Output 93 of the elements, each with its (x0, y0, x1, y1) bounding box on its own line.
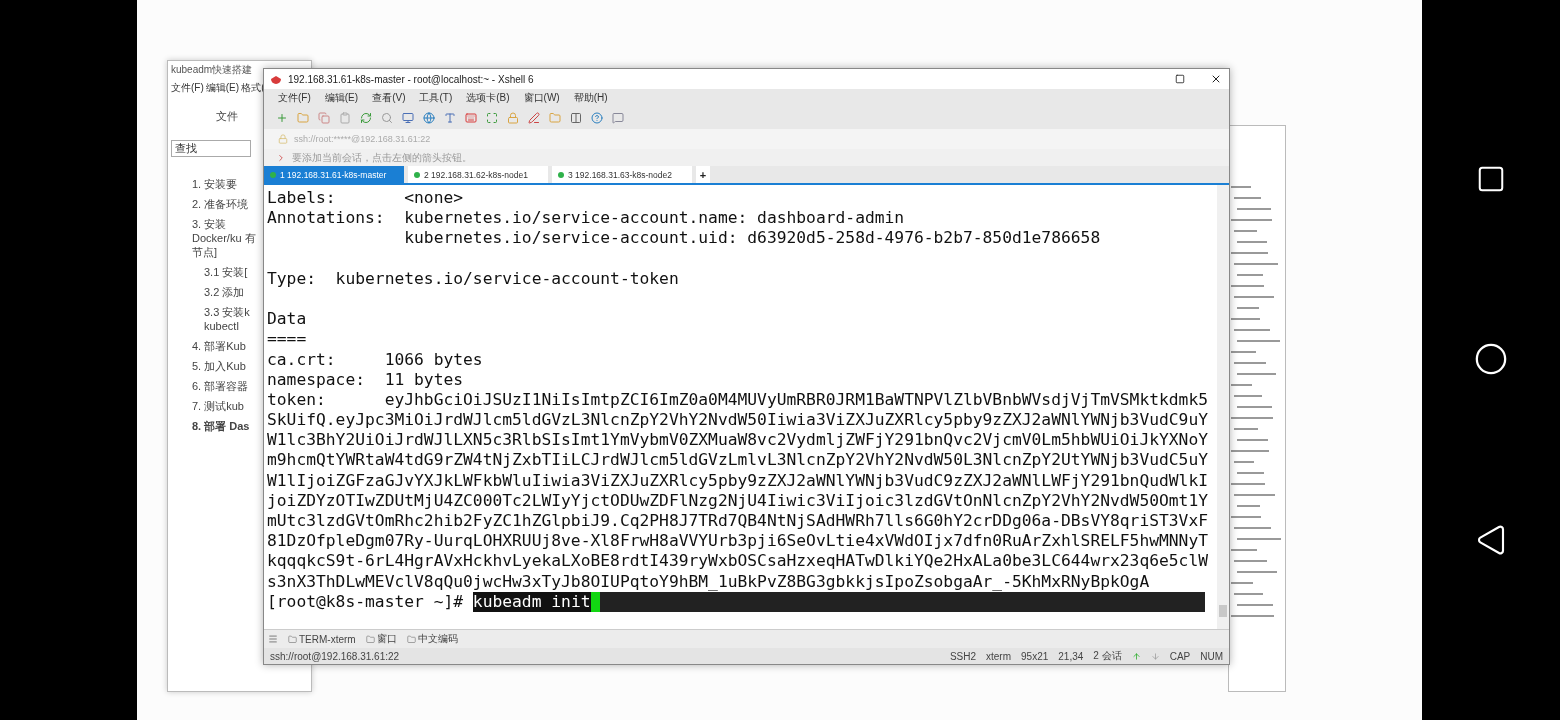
folder-icon[interactable] (549, 112, 561, 124)
status-text: CAP (1169, 650, 1191, 662)
terminal-line: ==== (267, 329, 308, 350)
fullscreen-icon[interactable] (486, 112, 498, 124)
terminal-line: Labels: <none> (267, 188, 465, 209)
quick-command[interactable]: 窗口 (365, 632, 397, 646)
outline-item[interactable]: 5. 加入Kub (192, 359, 262, 373)
folder-icon[interactable] (297, 112, 309, 124)
status-text: xterm (986, 650, 1012, 662)
new-tab-button[interactable]: + (696, 166, 710, 183)
hint-text: 要添加当前会话，点击左侧的箭头按钮。 (292, 150, 472, 165)
terminal-line: W1lIjoiZGFzaGJvYXJkLWFkbWluIiwia3ViZXJuZXRlcy5pby9zZXJ2aWNlYWNjb3VudC9zZXJ2aWNlLWFjY291bnQudWlkI (267, 470, 1209, 491)
chat-icon[interactable] (612, 112, 624, 124)
pen-icon[interactable] (528, 112, 540, 124)
app-logo-icon (270, 73, 282, 85)
outline-item[interactable]: 7. 测试kub (192, 399, 262, 413)
status-dot (270, 171, 276, 178)
home-icon[interactable] (1474, 342, 1508, 376)
layout-icon[interactable] (570, 112, 582, 124)
search-field[interactable]: 查找 (171, 140, 251, 157)
session-tab[interactable]: 2 192.168.31.62-k8s-node1 (408, 166, 548, 183)
menu-item[interactable]: 编辑(E) (205, 81, 240, 95)
menu-item[interactable]: 文件(F) (171, 81, 204, 95)
terminal-line: m9hcmQtYWRtaW4tdG9rZW4tNjZxbTIiLCJrdWJlcm5ldGVzLmlvL3NlcnZpY2VhY2NvdW50L3NlcnZpY2UtYWNjb3VudC5uY (267, 450, 1209, 471)
terminal-line: s3nX3ThDLwMEVclV8qQu0jwcHw3xTyJb8OIUPqtoY9hBM_1uBkPvZ8BG3gbkkjsIpoZsobgaAr_-5KhMxRNyBpkOgA (267, 571, 1151, 592)
search-icon[interactable] (381, 112, 393, 124)
terminal-line: kqqqkcS9t-6rL4HgrAVxHckhvLyekaLXoBE8rdtI439ryWxbOSCsaHzxeqHATwDlkiYQe2HxALa0be3LC644wrx23q6e5clW (267, 551, 1209, 572)
back-icon[interactable] (1475, 524, 1507, 556)
window-title: 192.168.31.61-k8s-master - root@localhost:~ - Xshell 6 (288, 73, 535, 85)
window-title: kubeadm快速搭建 (171, 63, 254, 77)
selected-text: kubeadm init (472, 591, 591, 612)
terminal-line: ca.crt: 1066 bytes (267, 349, 484, 370)
outline-item[interactable]: 3.2 添加 (204, 285, 262, 299)
terminal-line: joiZDYzOTIwZDUtMjU4ZC000Tc2LWIyYjctODUwZDFlNzg2NjU4Iiwic3ViIjoic3lzdGVtOnNlcnZpY2VhY2NvdW50Omt1Y (267, 490, 1209, 511)
terminal-line: SkUifQ.eyJpc3MiOiJrdWJlcm5ldGVzL3NlcnZpY2VhY2NvdW50Iiwia3ViZXJuZXRlcy5pby9zZXJ2aWNlYWNjb3VudC9uY (267, 410, 1209, 431)
paste-icon[interactable] (339, 112, 351, 124)
globe-icon[interactable] (423, 112, 435, 124)
menu-item[interactable]: 窗口(W) (523, 91, 560, 105)
quick-command[interactable]: TERM-xterm (288, 633, 356, 645)
menu-item[interactable]: 编辑(E) (324, 91, 359, 105)
terminal-line: namespace: 11 bytes (267, 369, 465, 390)
menu-item[interactable]: 文件(F) (278, 91, 311, 105)
outline-item[interactable]: 1. 安装要 (192, 177, 262, 191)
status-text: ssh://root@192.168.31.61:22 (270, 650, 401, 662)
help-icon[interactable] (591, 112, 603, 124)
outline-item[interactable]: 3.3 安装k kubectl (204, 305, 262, 333)
terminal-line: token: eyJhbGciOiJSUzI1NiIsImtpZCI6ImZ0a0M4MUVyUmRBR0JRM1BaWTNPVlZlbVBnbWVsdjVjTmVSMktkdmk5 (267, 389, 1209, 411)
monitor-icon[interactable] (402, 112, 414, 124)
menu-item[interactable]: 选项卡(B) (466, 91, 510, 105)
lock-icon (278, 134, 288, 144)
upload-icon (1131, 651, 1141, 661)
folder-icon (288, 634, 297, 644)
outline-item[interactable]: 6. 部署容器 (192, 379, 262, 393)
copy-icon[interactable] (318, 112, 330, 124)
terminal-prompt: [root@k8s-master ~]# (267, 591, 465, 612)
folder-icon (406, 634, 416, 644)
status-text: 21,34 (1058, 650, 1084, 662)
terminal-line: W1lc3BhY2UiOiJrdWJlLXN5c3RlbSIsImt1YmVybmV0ZXMuaW8vc2VydmljZWFjY291bnQvc2VjcmV0Lm5hbWUiOiJkYXNoY (267, 430, 1209, 451)
ribbon-tab[interactable]: 文件 (216, 109, 265, 124)
session-tab[interactable]: 1 192.168.31.61-k8s-master (264, 166, 404, 183)
scrollbar[interactable] (1217, 185, 1229, 629)
terminal-line: kubernetes.io/service-account.uid: d63920d5-258d-4976-b2b7-850d1e786658 (403, 228, 1102, 249)
refresh-icon[interactable] (360, 112, 372, 124)
status-text: 95x21 (1021, 650, 1049, 662)
session-tab[interactable]: 3 192.168.31.63-k8s-node2 (552, 166, 692, 183)
terminal-line: 81DzOfpleDgm07Ry-UurqLOHXRUUj8ve-Xl8FrwH8aVVYUrb3pji6SeOvLtie4xVWdOIjx7dfn0RuArZxhlSRELF5hwMNNyT (267, 531, 1209, 552)
cursor (590, 591, 600, 612)
new-session-icon[interactable] (276, 112, 288, 124)
recent-apps-icon[interactable] (1476, 164, 1506, 194)
status-text: SSH2 (949, 650, 977, 662)
outline-item[interactable]: 3.1 安装[ (204, 265, 262, 279)
menu-item[interactable]: 查看(V) (372, 91, 406, 105)
download-icon (1150, 651, 1160, 661)
outline-item[interactable]: 3. 安装 Docker/ku 有节点] (192, 217, 262, 259)
terminal-line: mUtc3lzdGVtOmRhc2hib2FyZC1hZGlpbiJ9.Cq2PH8J7TRd7QB4NtNjSAdHWRh7lls6G0hY2crDDg06a-DBsVY8qriST3VxF (267, 511, 1209, 532)
terminal-line: Annotations: kubernetes.io/service-account.name: dashboard-admin (267, 208, 906, 229)
menu-item[interactable]: 帮助(H) (573, 91, 608, 105)
menu-icon[interactable] (268, 634, 278, 644)
folder-icon (365, 634, 375, 644)
maximize-button[interactable] (1173, 72, 1187, 86)
quick-command[interactable]: 中文编码 (406, 632, 458, 646)
outline-item[interactable]: 4. 部署Kub (192, 339, 262, 353)
terminal-line: Type: kubernetes.io/service-account-token (267, 268, 680, 289)
status-text: NUM (1200, 650, 1223, 662)
outline-item[interactable]: 2. 准备环境 (192, 197, 262, 211)
font-icon[interactable] (444, 112, 456, 124)
terminal-line: Data (267, 309, 308, 330)
outline-item[interactable]: 8. 部署 Das (192, 419, 262, 433)
status-dot (558, 171, 564, 178)
menu-item[interactable]: 工具(T) (419, 91, 453, 105)
lock-icon[interactable] (507, 112, 519, 124)
status-dot (414, 171, 420, 178)
status-text: 2 会话 (1093, 649, 1122, 663)
